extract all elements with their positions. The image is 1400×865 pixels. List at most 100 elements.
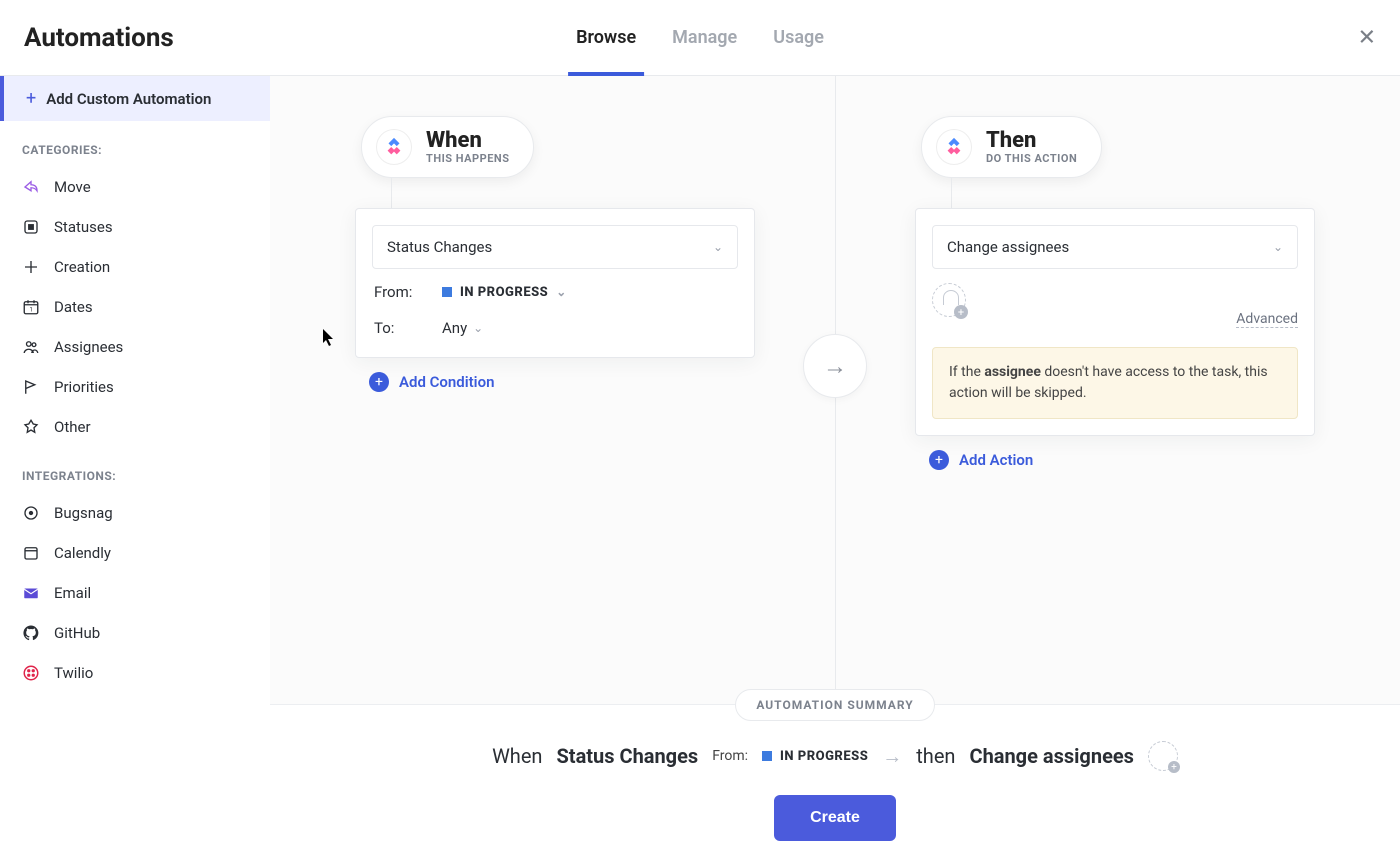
add-action-button[interactable]: + Add Action — [915, 450, 1315, 470]
other-icon — [22, 418, 40, 436]
when-trigger-card: Status Changes ⌄ From: IN PROGRESS ⌄ To: — [355, 208, 755, 358]
sidebar: + Add Custom Automation CATEGORIES: Move… — [0, 76, 270, 865]
then-column: Then DO THIS ACTION Change assignees ⌄ A… — [915, 116, 1315, 704]
dates-icon: 1 — [22, 298, 40, 316]
sidebar-item-bugsnag[interactable]: Bugsnag — [0, 493, 270, 533]
action-select-value: Change assignees — [947, 238, 1069, 256]
from-status-select[interactable]: IN PROGRESS ⌄ — [442, 285, 567, 300]
sidebar-item-label: Calendly — [54, 544, 111, 562]
tab-manage[interactable]: Manage — [672, 0, 737, 75]
summary-trigger: Status Changes — [556, 744, 698, 768]
to-status-select[interactable]: Any ⌄ — [442, 319, 483, 337]
sidebar-item-dates[interactable]: 1 Dates — [0, 287, 270, 327]
connector-line — [951, 178, 952, 208]
plus-circle-icon: + — [929, 450, 949, 470]
sidebar-item-label: Priorities — [54, 378, 114, 396]
sidebar-item-calendly[interactable]: Calendly — [0, 533, 270, 573]
close-icon[interactable]: ✕ — [1358, 25, 1376, 50]
sidebar-item-label: Creation — [54, 258, 110, 276]
sidebar-item-email[interactable]: Email — [0, 573, 270, 613]
statuses-icon — [22, 218, 40, 236]
sidebar-item-priorities[interactable]: Priorities — [0, 367, 270, 407]
integrations-heading: INTEGRATIONS: — [0, 447, 270, 493]
categories-heading: CATEGORIES: — [0, 121, 270, 167]
bugsnag-icon — [22, 504, 40, 522]
then-action-card: Change assignees ⌄ Advanced If the assig… — [915, 208, 1315, 436]
from-label: From: — [374, 283, 424, 301]
assignees-icon — [22, 338, 40, 356]
then-subtitle: DO THIS ACTION — [986, 152, 1077, 165]
to-status-value: Any — [442, 319, 467, 337]
summary-sentence: When Status Changes From: IN PROGRESS → … — [270, 741, 1400, 771]
sidebar-item-label: Dates — [54, 298, 93, 316]
status-color-swatch — [442, 287, 452, 297]
create-button[interactable]: Create — [774, 795, 896, 841]
action-select[interactable]: Change assignees ⌄ — [932, 225, 1298, 269]
calendly-icon — [22, 544, 40, 562]
plus-icon: + — [26, 88, 36, 109]
summary-action: Change assignees — [969, 744, 1133, 768]
trigger-select-value: Status Changes — [387, 238, 492, 256]
sidebar-item-github[interactable]: GitHub — [0, 613, 270, 653]
clickup-logo-icon — [936, 129, 972, 165]
sidebar-item-creation[interactable]: Creation — [0, 247, 270, 287]
summary-when-word: When — [492, 744, 542, 768]
tab-browse[interactable]: Browse — [576, 0, 636, 75]
priorities-icon — [22, 378, 40, 396]
warning-message: If the assignee doesn't have access to t… — [932, 347, 1298, 419]
sidebar-item-label: Twilio — [54, 664, 93, 682]
sidebar-item-label: Statuses — [54, 218, 113, 236]
page-title: Automations — [24, 23, 174, 53]
summary-from-label: From: — [712, 748, 748, 764]
connector-line — [391, 178, 392, 208]
sidebar-item-label: Bugsnag — [54, 504, 113, 522]
when-title: When — [426, 130, 509, 152]
arrow-right-icon: → — [803, 334, 867, 398]
summary-heading: AUTOMATION SUMMARY — [735, 689, 934, 721]
email-icon — [22, 584, 40, 602]
add-assignee-button[interactable] — [932, 283, 966, 317]
clickup-logo-icon — [376, 129, 412, 165]
from-status-value: IN PROGRESS — [460, 285, 548, 300]
automation-summary-footer: AUTOMATION SUMMARY When Status Changes F… — [270, 704, 1400, 865]
plus-circle-icon: + — [369, 372, 389, 392]
github-icon — [22, 624, 40, 642]
trigger-select[interactable]: Status Changes ⌄ — [372, 225, 738, 269]
move-icon — [22, 178, 40, 196]
then-title: Then — [986, 130, 1077, 152]
sidebar-item-move[interactable]: Move — [0, 167, 270, 207]
add-action-label: Add Action — [959, 451, 1033, 469]
svg-text:1: 1 — [30, 307, 33, 314]
sidebar-item-label: Assignees — [54, 338, 123, 356]
arrow-right-icon: → — [882, 744, 902, 769]
add-condition-button[interactable]: + Add Condition — [355, 372, 755, 392]
sidebar-item-label: GitHub — [54, 624, 100, 642]
when-header-pill: When THIS HAPPENS — [361, 116, 534, 178]
add-custom-label: Add Custom Automation — [46, 90, 211, 108]
sidebar-item-assignees[interactable]: Assignees — [0, 327, 270, 367]
chevron-down-icon: ⌄ — [556, 285, 567, 299]
when-column: When THIS HAPPENS Status Changes ⌄ From: — [355, 116, 755, 704]
advanced-link[interactable]: Advanced — [1236, 311, 1298, 328]
chevron-down-icon: ⌄ — [713, 240, 723, 254]
add-custom-automation-button[interactable]: + Add Custom Automation — [0, 76, 270, 121]
summary-assignee-icon[interactable] — [1148, 741, 1178, 771]
sidebar-item-label: Email — [54, 584, 91, 602]
tab-usage[interactable]: Usage — [773, 0, 824, 75]
summary-then-word: then — [916, 744, 955, 768]
creation-icon — [22, 258, 40, 276]
to-label: To: — [374, 319, 424, 337]
then-header-pill: Then DO THIS ACTION — [921, 116, 1102, 178]
summary-from-status: IN PROGRESS — [762, 749, 868, 764]
sidebar-item-twilio[interactable]: Twilio — [0, 653, 270, 693]
sidebar-item-statuses[interactable]: Statuses — [0, 207, 270, 247]
status-color-swatch — [762, 751, 772, 761]
chevron-down-icon: ⌄ — [473, 321, 483, 335]
sidebar-item-label: Other — [54, 418, 91, 436]
tabs: Browse Manage Usage — [576, 0, 824, 75]
sidebar-item-label: Move — [54, 178, 91, 196]
when-subtitle: THIS HAPPENS — [426, 152, 509, 165]
chevron-down-icon: ⌄ — [1273, 240, 1283, 254]
sidebar-item-other[interactable]: Other — [0, 407, 270, 447]
add-condition-label: Add Condition — [399, 373, 494, 391]
